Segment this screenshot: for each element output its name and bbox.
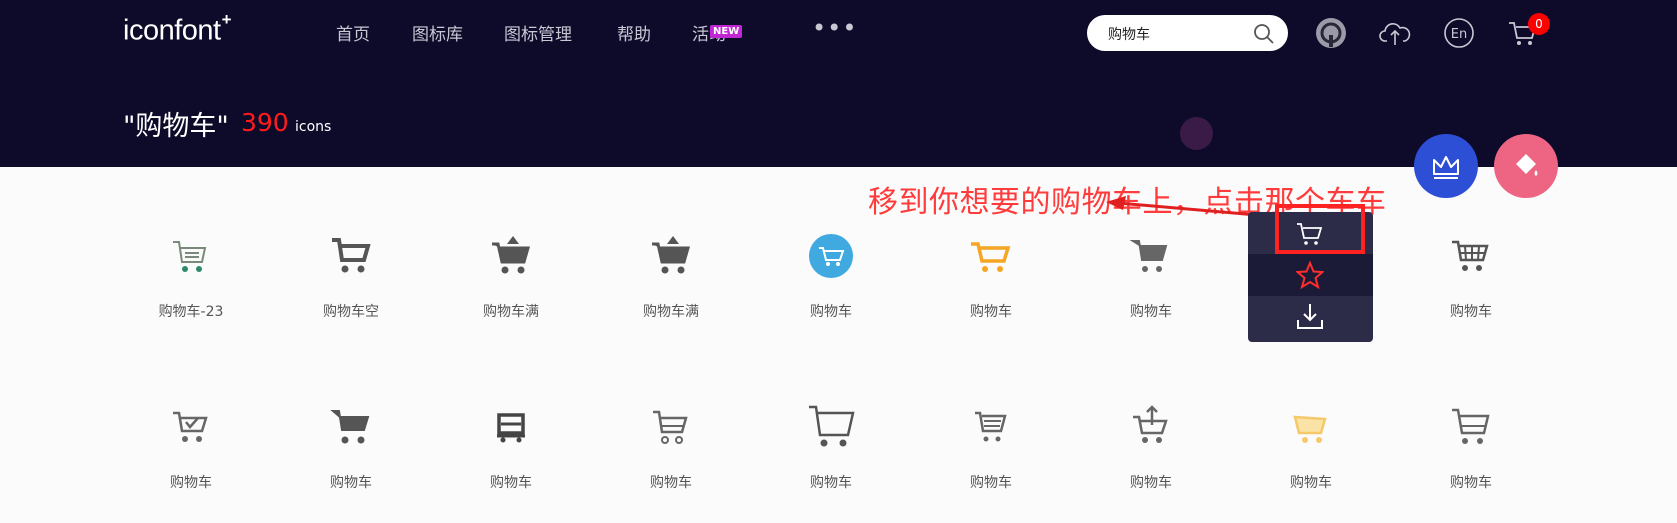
search-icon[interactable]: [1253, 23, 1275, 45]
nav-home[interactable]: 首页: [336, 20, 370, 45]
cart-check-icon: [173, 411, 208, 442]
icon-card[interactable]: 购物车: [911, 232, 1071, 352]
avatar-icon[interactable]: [1315, 17, 1347, 49]
nav-icon-library[interactable]: 图标库: [412, 20, 463, 45]
cart-basket-icon: [1452, 240, 1489, 271]
cart-box-icon: [497, 413, 525, 443]
icon-label: 购物车: [1450, 475, 1492, 491]
icon-label: 购物车: [970, 304, 1012, 320]
cart-upload-icon: [1133, 405, 1168, 443]
result-title: "购物车": [123, 111, 229, 142]
icon-card[interactable]: 购物车: [1391, 232, 1551, 352]
cart-solid-icon: [330, 410, 370, 444]
more-menu-icon[interactable]: •••: [812, 14, 857, 42]
icon-card[interactable]: 购物车: [271, 403, 431, 523]
icon-card[interactable]: 购物车: [1071, 403, 1231, 523]
icon-card[interactable]: 购物车空: [271, 232, 431, 352]
icon-label: 购物车: [810, 475, 852, 491]
icon-card[interactable]: 购物车: [591, 403, 751, 523]
vip-crown-button[interactable]: [1414, 134, 1478, 198]
icon-label: 购物车-23: [158, 304, 224, 320]
icon-label: 购物车: [1290, 475, 1332, 491]
icon-card[interactable]: 购物车: [1071, 232, 1231, 352]
cart-yellow-icon: [1293, 415, 1327, 443]
search-box: [1087, 15, 1288, 51]
icon-card[interactable]: 购物车: [431, 403, 591, 523]
download-action[interactable]: [1248, 296, 1373, 338]
cart-large-icon: [809, 405, 855, 447]
icon-card[interactable]: 购物车: [751, 403, 911, 523]
icon-label: 购物车: [1450, 304, 1492, 320]
cart-lines-icon: [975, 411, 1007, 442]
icon-card[interactable]: 购物车满: [431, 232, 591, 352]
cart-full-icon: [652, 236, 690, 274]
cart-solid-icon: [332, 238, 371, 273]
cart-outline-icon: [653, 410, 688, 444]
icon-card[interactable]: 购物车满: [591, 232, 751, 352]
language-icon[interactable]: En: [1443, 17, 1475, 49]
nav-icon-management[interactable]: 图标管理: [504, 20, 572, 45]
crown-icon: [1433, 156, 1459, 179]
annotation-highlight-box: [1275, 204, 1365, 254]
icon-card[interactable]: 购物车: [1231, 403, 1391, 523]
icon-label: 购物车: [810, 304, 852, 320]
paint-bucket-icon: [1516, 154, 1538, 176]
cart-orange-icon: [971, 242, 1011, 272]
cart-count-badge: 0: [1528, 13, 1550, 35]
icon-label: 购物车: [330, 475, 372, 491]
language-label: En: [1451, 27, 1467, 42]
decorative-dot: [1180, 117, 1213, 150]
icon-card[interactable]: 购物车: [1391, 403, 1551, 523]
icon-card[interactable]: 购物车: [911, 403, 1071, 523]
favorite-action[interactable]: [1248, 254, 1373, 296]
icon-label: 购物车满: [483, 304, 539, 320]
icon-label: 购物车: [650, 475, 692, 491]
icon-label: 购物车: [1130, 304, 1172, 320]
star-icon: [1296, 261, 1324, 289]
icon-label: 购物车: [170, 475, 212, 491]
theme-paint-button[interactable]: [1494, 134, 1558, 198]
icon-label: 购物车满: [643, 304, 699, 320]
icon-label: 购物车: [970, 475, 1012, 491]
upload-cloud-icon[interactable]: [1379, 17, 1411, 49]
nav-help[interactable]: 帮助: [617, 20, 651, 45]
icon-label: 购物车: [490, 475, 532, 491]
icon-card[interactable]: 购物车: [111, 403, 271, 523]
cart-circle-icon: [809, 234, 853, 278]
search-input[interactable]: [1108, 24, 1248, 44]
cart-solid-icon: [1129, 240, 1168, 272]
cart-outline-icon: [173, 241, 207, 272]
download-icon: [1297, 304, 1323, 329]
iconfont-logo[interactable]: iconfont+: [123, 10, 232, 48]
icon-label: 购物车空: [323, 304, 379, 320]
cart-full-icon: [492, 236, 530, 274]
icon-label: 购物车: [1130, 475, 1172, 491]
result-count: 390: [241, 108, 289, 137]
cart-outline-icon: [1452, 408, 1490, 444]
icon-card[interactable]: 购物车-23: [111, 232, 271, 352]
new-badge: NEW: [710, 25, 743, 38]
result-unit: icons: [295, 119, 332, 135]
icon-card[interactable]: 购物车: [751, 232, 911, 352]
